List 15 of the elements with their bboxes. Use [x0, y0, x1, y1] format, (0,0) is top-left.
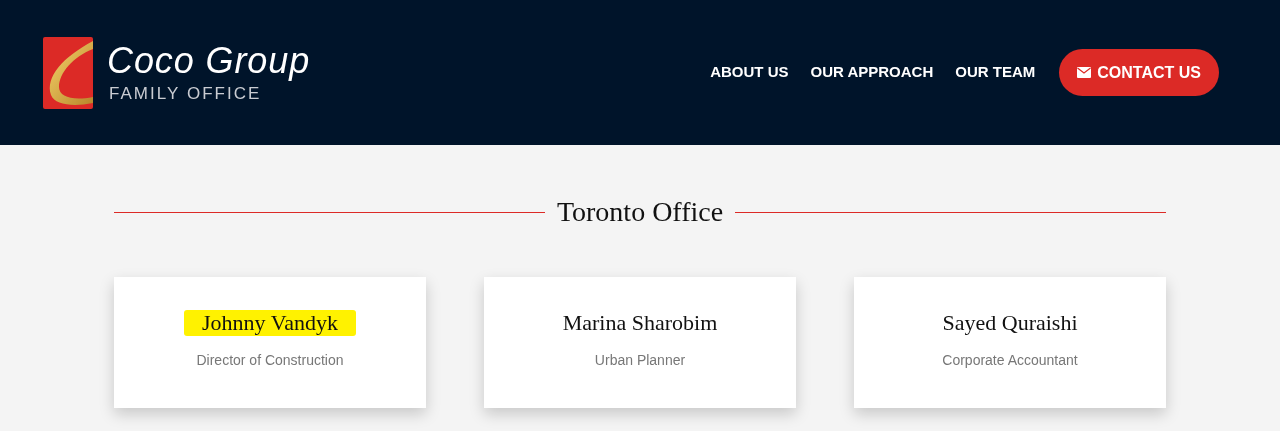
nav-link[interactable]: ABOUT US	[710, 61, 789, 84]
logo-icon	[43, 36, 93, 109]
member-role: Urban Planner	[594, 351, 686, 370]
logo-tagline: FAMILY OFFICE	[109, 85, 263, 102]
member-role: Director of Construction	[196, 351, 344, 370]
member-name: Johnny Vandyk	[184, 310, 356, 336]
mail-icon	[1077, 67, 1092, 78]
member-name: Sayed Quraishi	[941, 310, 1079, 336]
nav-link[interactable]: OUR TEAM	[955, 61, 1036, 84]
logo-name: Coco Group	[107, 43, 311, 79]
member-role: Corporate Accountant	[942, 351, 1078, 370]
contact-button[interactable]: CONTACT US	[1059, 49, 1219, 96]
section-title: Toronto Office	[556, 195, 724, 229]
nav-link[interactable]: OUR APPROACH	[810, 61, 934, 84]
member-name: Marina Sharobim	[561, 310, 719, 336]
